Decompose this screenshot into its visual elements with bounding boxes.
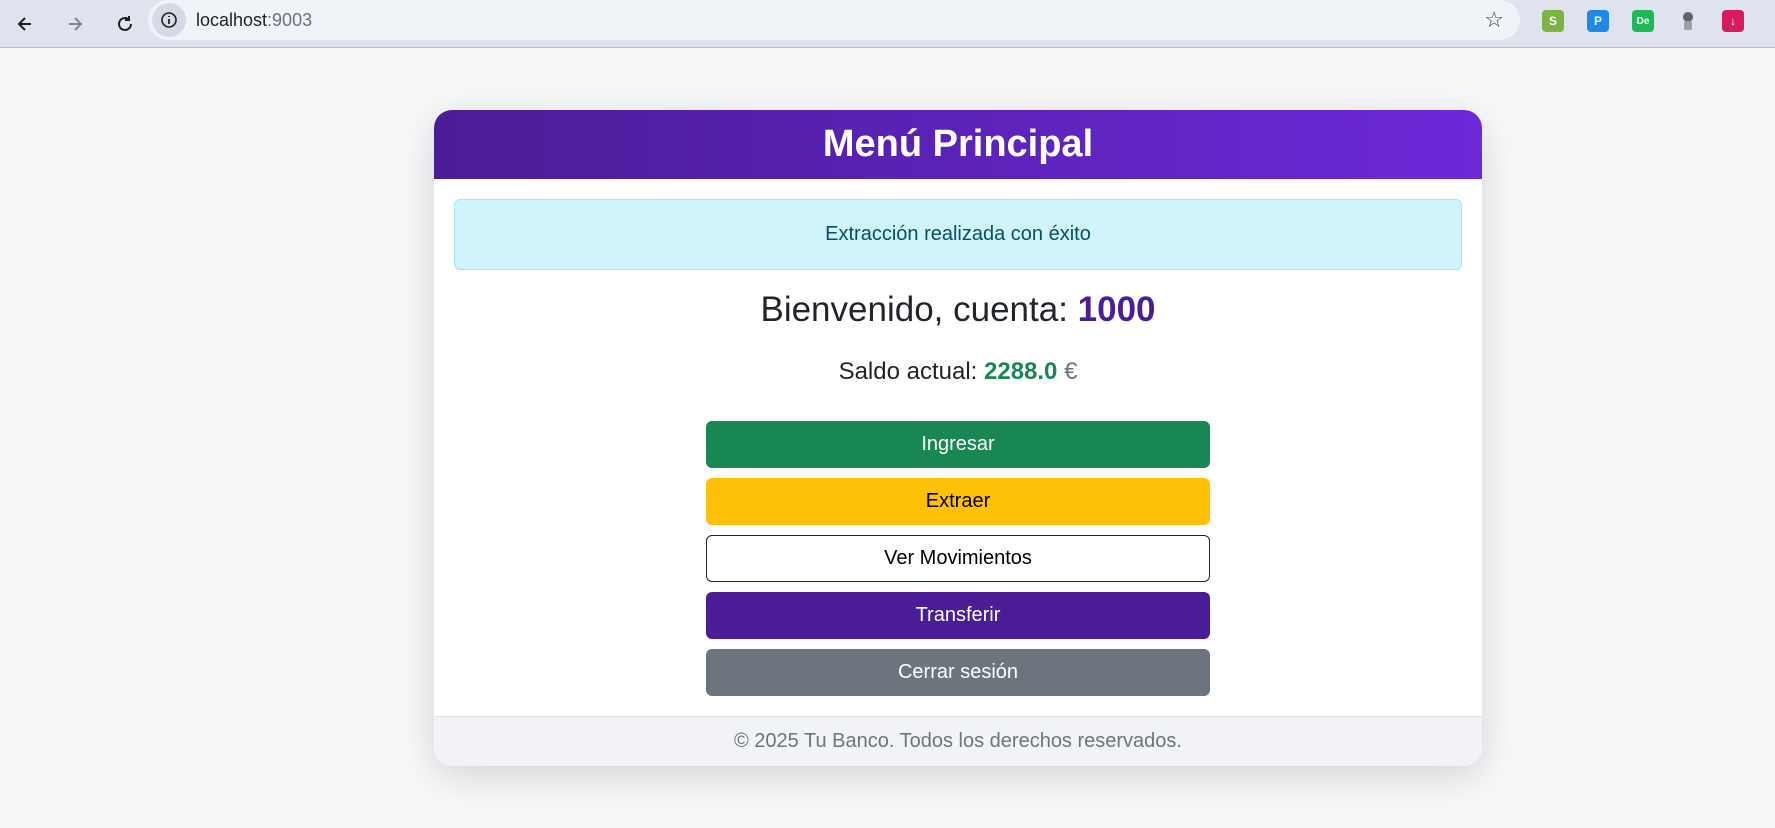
address-bar[interactable]: localhost:9003 ☆ <box>148 0 1520 40</box>
bookmark-star-icon[interactable]: ☆ <box>1484 7 1504 33</box>
ext-download-icon[interactable]: ↓ <box>1722 10 1744 32</box>
back-arrow-icon[interactable] <box>8 7 42 41</box>
transfer-button[interactable]: Transferir <box>706 592 1210 639</box>
ext-de-icon[interactable]: De <box>1632 10 1654 32</box>
url-text: localhost:9003 <box>196 9 313 30</box>
card-header: Menú Principal <box>434 110 1482 179</box>
page-title: Menú Principal <box>822 123 1094 165</box>
currency-symbol: € <box>1064 358 1078 385</box>
welcome-heading: Bienvenido, cuenta: 1000 <box>760 290 1156 329</box>
view-movements-button[interactable]: Ver Movimientos <box>706 535 1210 582</box>
success-alert: Extracción realizada con éxito <box>454 199 1462 270</box>
logout-button[interactable]: Cerrar sesión <box>706 649 1210 696</box>
account-number: 1000 <box>1077 290 1156 329</box>
main-menu-card: Menú Principal Extracción realizada con … <box>434 110 1482 766</box>
site-info-icon[interactable] <box>152 3 186 37</box>
balance-amount: 2288.0 <box>984 358 1058 385</box>
browser-toolbar: localhost:9003 ☆ S P De ↓ <box>0 0 1775 48</box>
balance-line: Saldo actual: 2288.0 € <box>838 358 1078 385</box>
reload-icon[interactable] <box>108 7 142 41</box>
forward-arrow-icon[interactable] <box>58 7 92 41</box>
footer-text: © 2025 Tu Banco. Todos los derechos rese… <box>434 716 1482 766</box>
ext-s-icon[interactable]: S <box>1542 10 1564 32</box>
ext-robot-icon[interactable] <box>1677 10 1699 32</box>
withdraw-button[interactable]: Extraer <box>706 478 1210 525</box>
deposit-button[interactable]: Ingresar <box>706 421 1210 468</box>
ext-p-icon[interactable]: P <box>1587 10 1609 32</box>
